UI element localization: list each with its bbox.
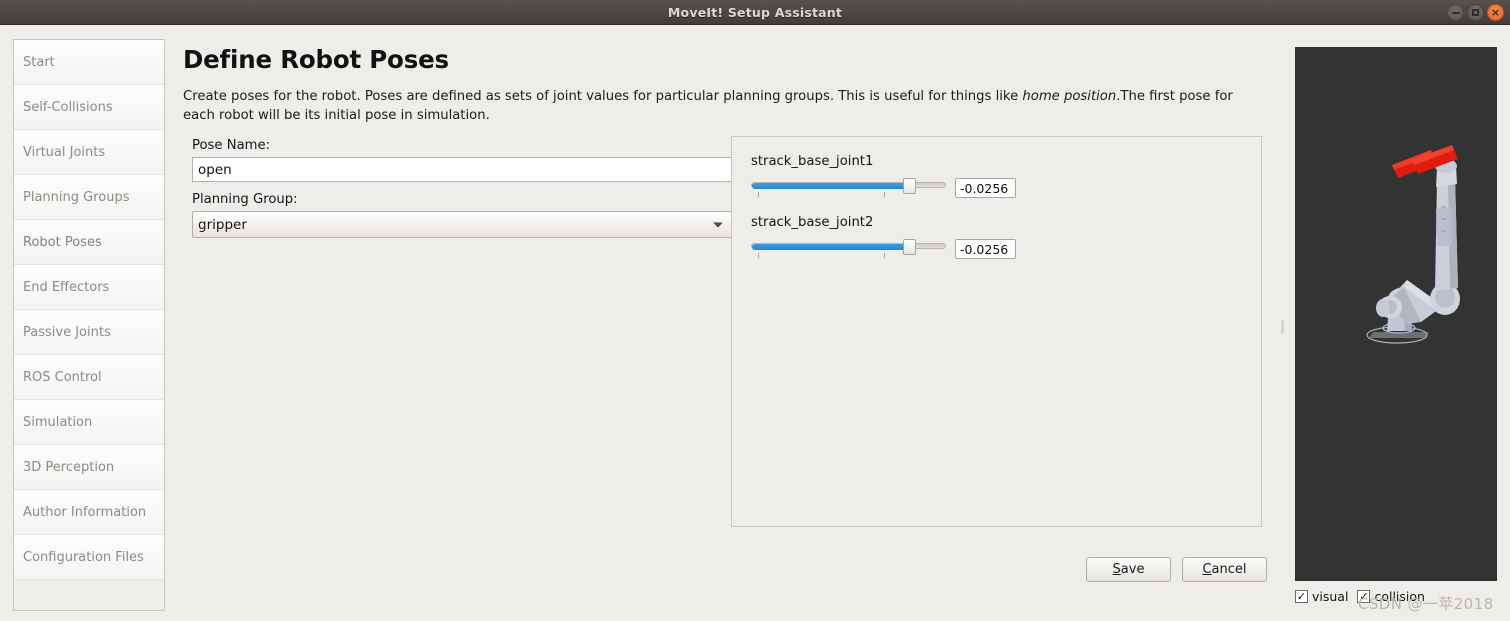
- visual-checkbox-wrapper[interactable]: ✓ visual: [1295, 589, 1348, 604]
- window-controls: ×: [1447, 0, 1504, 25]
- slider-tick: [758, 253, 759, 258]
- sidebar-item-label: ROS Control: [23, 369, 102, 385]
- window-titlebar: MoveIt! Setup Assistant ×: [0, 0, 1510, 25]
- page-title: Define Robot Poses: [183, 45, 449, 74]
- sidebar-item-ros-control[interactable]: ROS Control: [14, 355, 164, 400]
- joint-slider[interactable]: [751, 177, 946, 199]
- visual-checkbox[interactable]: ✓: [1295, 589, 1308, 603]
- slider-tick: [758, 192, 759, 197]
- sidebar-item-label: Planning Groups: [23, 189, 130, 205]
- cancel-button[interactable]: Cancel: [1182, 557, 1267, 582]
- sidebar-item-self-collisions[interactable]: Self-Collisions: [14, 85, 164, 130]
- close-button[interactable]: ×: [1487, 4, 1504, 21]
- sidebar-item-robot-poses[interactable]: Robot Poses: [14, 220, 164, 265]
- minimize-button[interactable]: [1447, 4, 1464, 21]
- joint-slider[interactable]: [751, 238, 946, 260]
- sidebar-item-start[interactable]: Start: [14, 40, 164, 85]
- sidebar-item-3d-perception[interactable]: 3D Perception: [14, 445, 164, 490]
- sidebar-item-virtual-joints[interactable]: Virtual Joints: [14, 130, 164, 175]
- sidebar-item-label: Configuration Files: [23, 549, 144, 565]
- sidebar-item-label: Simulation: [23, 414, 93, 430]
- save-button-mnemonic: S: [1112, 562, 1121, 577]
- joint-values-panel: strack_base_joint1 -0.0256 strack_base_j…: [731, 136, 1262, 527]
- navigation-sidebar: Start Self-Collisions Virtual Joints Pla…: [13, 39, 165, 611]
- slider-fill: [752, 183, 908, 189]
- sidebar-item-planning-groups[interactable]: Planning Groups: [14, 175, 164, 220]
- watermark-text: CSDN @一苹2018: [1358, 595, 1494, 613]
- planning-group-label: Planning Group:: [192, 192, 298, 207]
- sidebar-item-configuration-files[interactable]: Configuration Files: [14, 535, 164, 580]
- cancel-button-label: ancel: [1211, 562, 1247, 577]
- robot-render: [1295, 47, 1497, 581]
- page-description: Create poses for the robot. Poses are de…: [183, 87, 1261, 125]
- joint-row: strack_base_joint1 -0.0256: [751, 154, 1261, 199]
- pose-name-input[interactable]: [192, 157, 732, 182]
- sidebar-item-label: 3D Perception: [23, 459, 115, 475]
- main-content: Define Robot Poses Create poses for the …: [183, 39, 1278, 614]
- joint-row: strack_base_joint2 -0.0256: [751, 215, 1261, 260]
- save-button-label: ave: [1120, 562, 1145, 577]
- sidebar-item-label: Author Information: [23, 504, 147, 520]
- close-icon: ×: [1490, 6, 1501, 19]
- slider-tick: [884, 192, 885, 197]
- sidebar-item-simulation[interactable]: Simulation: [14, 400, 164, 445]
- visual-checkbox-label: visual: [1312, 588, 1349, 604]
- robot-3d-viewport[interactable]: [1295, 47, 1497, 581]
- save-button[interactable]: Save: [1086, 557, 1171, 582]
- sidebar-item-label: Passive Joints: [23, 324, 111, 340]
- minimize-icon: [1451, 11, 1460, 14]
- sidebar-item-label: Self-Collisions: [23, 99, 113, 115]
- window-title: MoveIt! Setup Assistant: [667, 4, 843, 20]
- slider-fill: [752, 244, 908, 250]
- sidebar-item-label: Virtual Joints: [23, 144, 106, 160]
- sidebar-item-passive-joints[interactable]: Passive Joints: [14, 310, 164, 355]
- joint-value-input[interactable]: -0.0256: [955, 178, 1016, 198]
- description-text-lead: Create poses for the robot. Poses are de…: [183, 89, 1023, 104]
- pose-name-label: Pose Name:: [192, 138, 271, 153]
- sidebar-item-end-effectors[interactable]: End Effectors: [14, 265, 164, 310]
- joint-name-label: strack_base_joint2: [751, 215, 874, 230]
- chevron-down-icon: [713, 222, 723, 227]
- description-emphasis: home position: [1022, 89, 1117, 104]
- maximize-icon: [1472, 9, 1479, 16]
- slider-handle[interactable]: [903, 178, 916, 194]
- joint-name-label: strack_base_joint1: [751, 154, 874, 169]
- maximize-button[interactable]: [1467, 4, 1484, 21]
- sidebar-item-label: End Effectors: [23, 279, 110, 295]
- panel-splitter-handle[interactable]: [1281, 320, 1284, 334]
- planning-group-value: gripper: [198, 216, 247, 233]
- pose-form: Pose Name: Planning Group: gripper: [192, 138, 732, 238]
- slider-handle[interactable]: [903, 239, 916, 255]
- cancel-button-mnemonic: C: [1202, 562, 1212, 577]
- sidebar-filler: [14, 580, 164, 610]
- sidebar-item-author-information[interactable]: Author Information: [14, 490, 164, 535]
- action-buttons: Save Cancel: [1086, 557, 1267, 582]
- sidebar-item-label: Robot Poses: [23, 234, 102, 250]
- sidebar-item-label: Start: [23, 54, 55, 70]
- joint-value-input[interactable]: -0.0256: [955, 239, 1016, 259]
- planning-group-select[interactable]: gripper: [192, 211, 732, 238]
- slider-tick: [884, 253, 885, 258]
